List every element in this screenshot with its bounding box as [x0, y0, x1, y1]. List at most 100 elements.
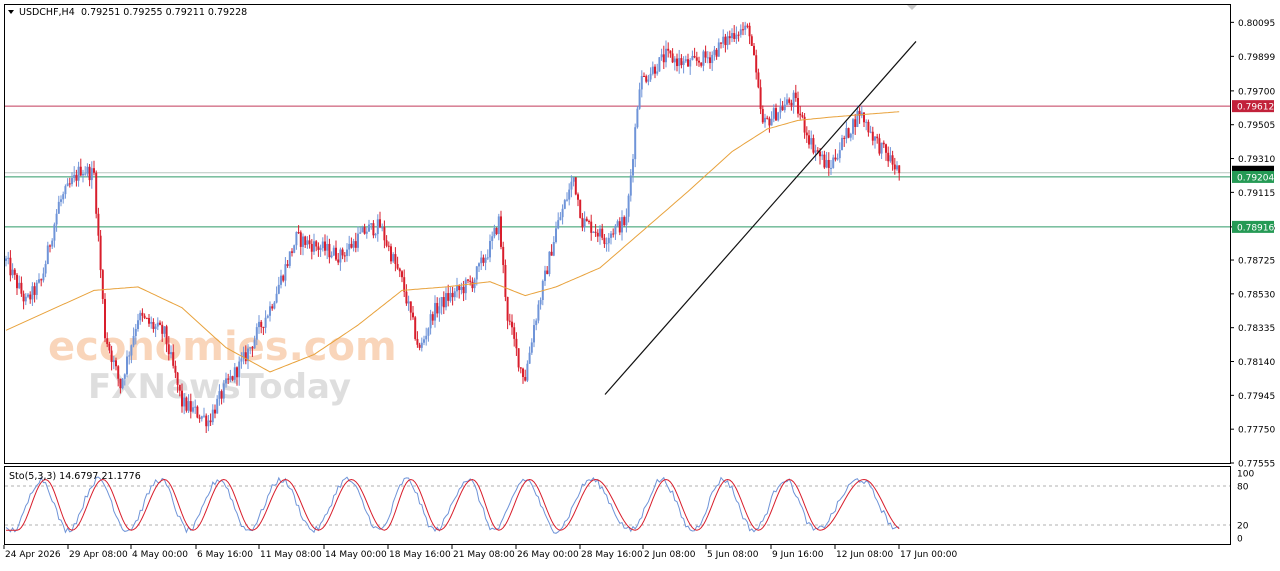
candle-body	[671, 53, 674, 63]
candle-body	[728, 36, 731, 39]
candle-body	[321, 241, 324, 249]
indicator-plot-frame	[4, 466, 1231, 545]
candle-body	[420, 342, 423, 348]
price-tick-label: 0.77945	[1238, 392, 1275, 402]
candle-body	[282, 275, 285, 281]
candle-body	[788, 99, 791, 103]
candle-body	[93, 168, 95, 173]
candle-body	[645, 76, 648, 82]
candle-body	[236, 367, 238, 378]
price-tick-label: 0.79505	[1238, 121, 1275, 131]
candle-body	[495, 228, 498, 234]
candle-body	[216, 398, 219, 414]
chart-canvas[interactable]: economies.com FXNewsToday 0.800950.79899…	[0, 0, 1280, 567]
candle-body	[117, 366, 120, 379]
candle-body	[673, 58, 676, 63]
candle-body	[27, 294, 29, 297]
candle-body	[24, 296, 27, 302]
candle-body	[449, 292, 452, 301]
candle-body	[607, 237, 610, 244]
candle-body	[830, 167, 832, 169]
candle-body	[865, 121, 868, 123]
candle-body	[253, 339, 256, 349]
candle-body	[750, 36, 753, 46]
usdchf-chart[interactable]: economies.com FXNewsToday 0.80095 0.79899…	[0, 0, 1280, 567]
candle-body	[583, 218, 586, 228]
candle-body	[55, 213, 58, 225]
candle-body	[852, 119, 854, 134]
level-price-badge-label: 0.78916	[1237, 223, 1274, 233]
candle-body	[475, 266, 478, 280]
stoch-scale-label: 20	[1237, 522, 1249, 532]
candle-body	[71, 178, 73, 185]
candle-body	[506, 296, 509, 321]
candle-body	[141, 312, 144, 316]
candle-body	[552, 242, 555, 256]
candle-body	[401, 271, 403, 278]
candle-body	[90, 168, 93, 181]
candle-body	[40, 279, 43, 281]
candle-body	[390, 246, 392, 262]
time-tick-label: 12 Jun 08:00	[836, 550, 893, 560]
candle-body	[297, 232, 300, 234]
candle-body	[187, 401, 190, 411]
candle-body	[429, 314, 432, 329]
candle-body	[682, 61, 685, 66]
candle-body	[783, 104, 786, 111]
candle-body	[258, 321, 260, 328]
candle-body	[882, 142, 885, 145]
candle-body	[566, 199, 568, 201]
candle-body	[229, 376, 232, 380]
candle-body	[715, 49, 718, 57]
price-tick-label: 0.78725	[1238, 257, 1275, 267]
candle-body	[876, 136, 879, 139]
time-tick-label: 21 May 08:00	[453, 550, 515, 560]
candle-body	[284, 264, 287, 281]
candle-body	[11, 269, 14, 276]
candle-body	[570, 181, 573, 190]
candle-body	[821, 154, 824, 157]
candle-body	[374, 234, 377, 236]
candle-body	[456, 285, 458, 292]
symbol-timeframe-label[interactable]: USDCHF,H4	[19, 7, 75, 18]
candle-body	[288, 251, 291, 266]
candle-body	[768, 118, 771, 126]
candle-body	[66, 183, 69, 187]
candle-body	[559, 217, 562, 221]
candle-body	[172, 352, 175, 366]
price-axis: 0.80095 0.79899 0.79700 0.79505 0.79310 0.791…	[1230, 19, 1275, 470]
candle-body	[737, 34, 740, 36]
candle-body	[535, 320, 538, 326]
candle-body	[493, 228, 496, 237]
candle-body	[717, 42, 720, 57]
candle-body	[726, 36, 729, 46]
candle-body	[557, 220, 560, 229]
candle-body	[275, 293, 278, 303]
candle-body	[823, 154, 826, 168]
candle-body	[407, 301, 410, 304]
candle-body	[689, 59, 692, 67]
candle-body	[132, 336, 135, 346]
candle-body	[53, 224, 56, 241]
candle-body	[62, 194, 65, 200]
candle-body	[324, 241, 326, 251]
current-price-badge	[1232, 165, 1274, 172]
candle-body	[761, 108, 764, 123]
candle-body	[722, 36, 725, 44]
candle-body	[656, 71, 659, 74]
candle-body	[739, 29, 742, 35]
candle-body	[797, 98, 799, 114]
candle-body	[198, 417, 201, 419]
candle-body	[812, 138, 815, 153]
candle-body	[313, 241, 315, 252]
candle-body	[464, 279, 467, 294]
candle-body	[60, 199, 62, 202]
candle-body	[638, 89, 641, 109]
candle-body	[335, 247, 337, 260]
candle-body	[392, 254, 395, 262]
candle-body	[99, 235, 102, 271]
candle-body	[588, 221, 590, 223]
candle-body	[777, 112, 780, 121]
candle-body	[847, 128, 850, 138]
stoch-scale-label: 80	[1237, 483, 1249, 493]
